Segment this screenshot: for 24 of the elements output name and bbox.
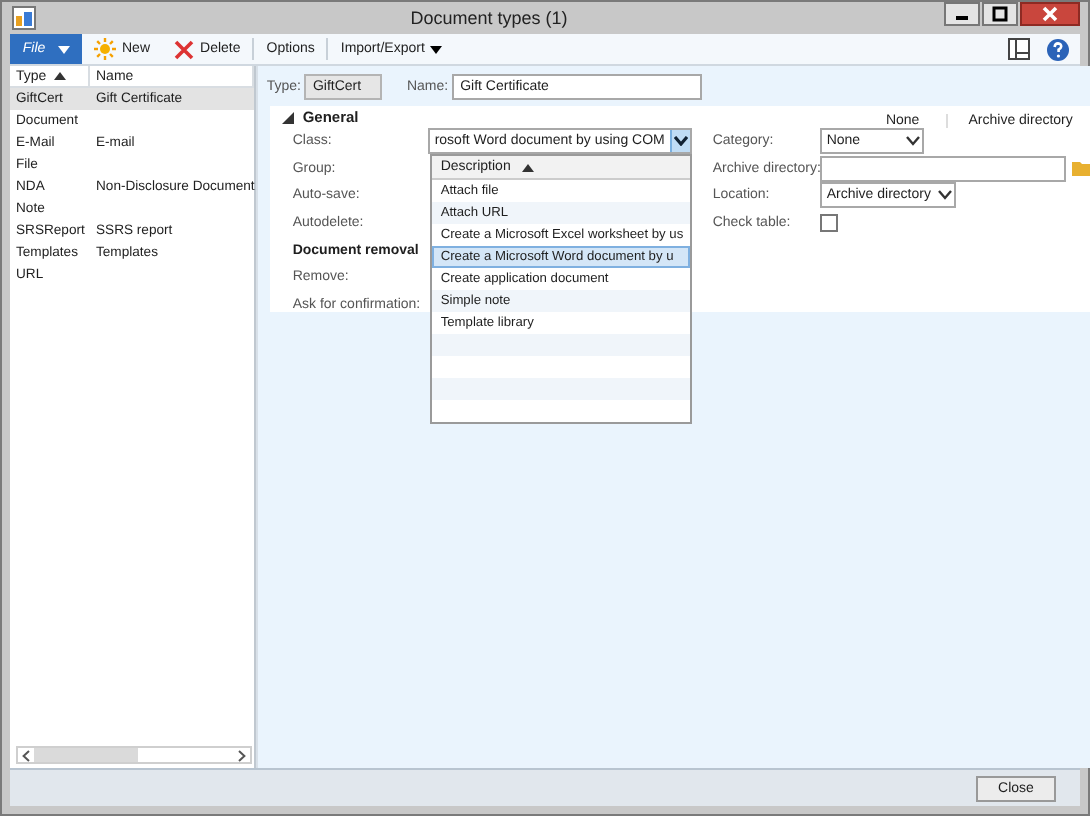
caret-icon	[57, 45, 70, 53]
checkbox[interactable]	[820, 214, 839, 233]
help-icon[interactable]	[1046, 37, 1070, 61]
sort-icon	[54, 72, 67, 80]
collapse-icon[interactable]	[282, 111, 295, 123]
horizontal-scrollbar[interactable]	[16, 746, 252, 764]
delete-icon	[174, 39, 195, 59]
close-icon	[1042, 6, 1058, 22]
window-title: Document types (1)	[408, 8, 570, 28]
maximize-button[interactable]	[982, 2, 1018, 26]
scroll-right-icon[interactable]	[238, 749, 246, 761]
sun-icon	[94, 38, 116, 60]
chevron-down-icon	[906, 136, 921, 147]
close-button[interactable]	[1020, 2, 1080, 26]
chevron-down-icon	[674, 136, 689, 147]
caret-icon	[430, 45, 443, 53]
archive-directory-field[interactable]	[820, 155, 1067, 182]
app-icon	[12, 6, 36, 30]
panel-icon[interactable]	[1008, 38, 1030, 60]
chevron-down-icon	[938, 190, 953, 201]
sort-icon	[522, 163, 535, 172]
scroll-left-icon[interactable]	[22, 749, 30, 761]
minimize-button[interactable]	[944, 2, 980, 26]
maximize-icon	[992, 6, 1008, 22]
